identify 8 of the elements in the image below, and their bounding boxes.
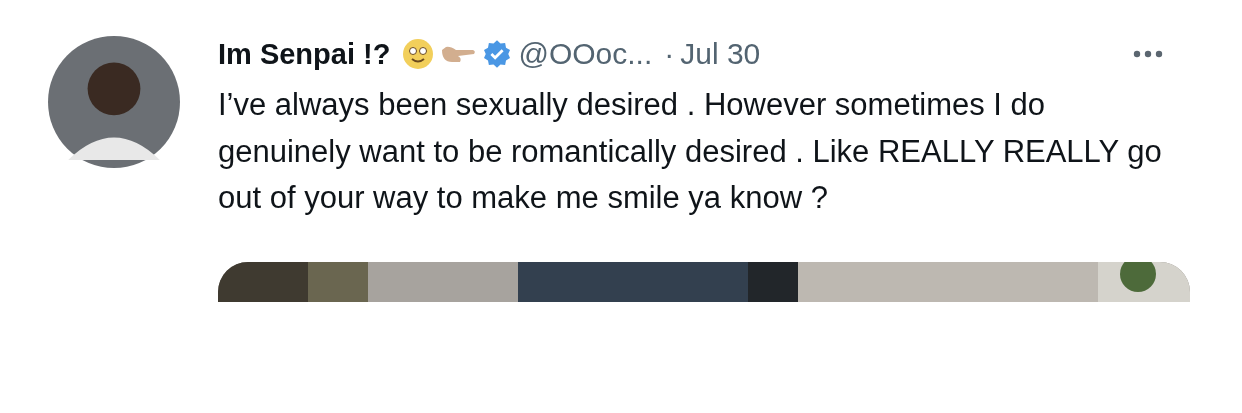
post-text: I’ve always been sexually desired . However sometimes I do genuinely want to be romantically desired . Like REALLY REALLY go out of your way to make me smile ya know ? xyxy=(218,86,1163,217)
separator-dot: · xyxy=(664,37,675,71)
more-icon[interactable] xyxy=(1133,50,1163,58)
author-name[interactable]: Im Senpai !? xyxy=(218,37,391,71)
post-date[interactable]: Jul 30 xyxy=(680,37,761,71)
author-handle[interactable]: @OOoc... xyxy=(518,37,653,71)
smiling-face-icon xyxy=(402,38,435,70)
avatar[interactable] xyxy=(48,36,180,168)
